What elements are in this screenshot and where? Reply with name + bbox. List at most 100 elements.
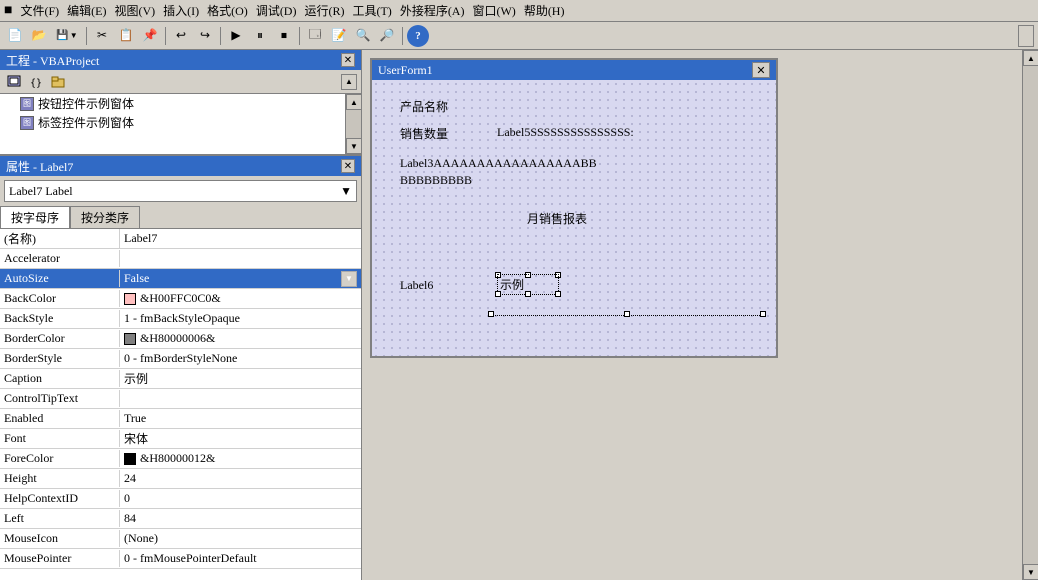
props-val-forecolor[interactable]: &H80000012& — [120, 450, 361, 467]
menu-insert[interactable]: 插入(I) — [163, 2, 199, 19]
svg-text:{}: {} — [30, 78, 42, 89]
tree-label-labels: 标签控件示例窗体 — [38, 114, 134, 131]
props-val-backstyle[interactable]: 1 - fmBackStyleOpaque — [120, 310, 361, 327]
handle-bc[interactable] — [525, 291, 531, 297]
form-label-product[interactable]: 产品名称 — [400, 98, 448, 115]
toolbar-userform[interactable]: 🗔 — [304, 25, 326, 47]
toggle-folders-btn[interactable] — [48, 73, 68, 91]
props-selector-label: Label7 Label — [9, 184, 73, 199]
right-scroll-up[interactable]: ▲ — [1023, 50, 1038, 66]
props-val-backcolor[interactable]: &H00FFC0C0& — [120, 290, 361, 307]
props-key-backcolor: BackColor — [0, 290, 120, 307]
props-val-mouseicon[interactable]: (None) — [120, 530, 361, 547]
handle-ext-r[interactable] — [760, 311, 766, 317]
menu-debug[interactable]: 调试(D) — [256, 2, 297, 19]
menu-window[interactable]: 窗口(W) — [472, 2, 515, 19]
toolbar-help[interactable]: ? — [407, 25, 429, 47]
props-val-autosize[interactable]: False ▼ — [120, 270, 361, 288]
props-key-enabled: Enabled — [0, 410, 120, 427]
props-row-mouseicon: MouseIcon (None) — [0, 529, 361, 549]
toolbar-scroll[interactable] — [1018, 25, 1034, 47]
props-row-controltiptext: ControlTipText — [0, 389, 361, 409]
handle-br[interactable] — [555, 291, 561, 297]
view-code-btn[interactable]: {} — [26, 73, 46, 91]
handle-ext-l[interactable] — [488, 311, 494, 317]
form-label3[interactable]: Label3AAAAAAAAAAAAAAAAABBBBBBBBBBB — [400, 155, 597, 189]
toolbar-new[interactable]: 📄 — [4, 25, 26, 47]
menu-help[interactable]: 帮助(H) — [524, 2, 565, 19]
view-object-btn[interactable] — [4, 73, 24, 91]
forecolor-swatch — [124, 453, 136, 465]
autosize-dropdown[interactable]: False ▼ — [124, 271, 357, 287]
form-window[interactable]: UserForm1 ✕ 产品名称 销售数量 Label5SSSSSSSSSSSS… — [370, 58, 778, 358]
toolbar-paste[interactable]: 📌 — [139, 25, 161, 47]
form-body[interactable]: 产品名称 销售数量 Label5SSSSSSSSSSSSSSS: Label3A… — [372, 80, 776, 356]
props-key-controltiptext: ControlTipText — [0, 390, 120, 407]
props-close-button[interactable]: ✕ — [341, 159, 355, 173]
right-scroll-track[interactable] — [1023, 66, 1038, 564]
toolbar-explorer[interactable]: 🔍 — [352, 25, 374, 47]
toolbar-run[interactable]: ▶ — [225, 25, 247, 47]
toolbar-props[interactable]: 📝 — [328, 25, 350, 47]
toolbar-find[interactable]: 🔎 — [376, 25, 398, 47]
props-val-mousepointer[interactable]: 0 - fmMousePointerDefault — [120, 550, 361, 567]
props-val-enabled[interactable]: True — [120, 410, 361, 427]
props-val-height[interactable]: 24 — [120, 470, 361, 487]
props-val-bordercolor[interactable]: &H80000006& — [120, 330, 361, 347]
props-val-name[interactable]: Label7 — [120, 230, 361, 247]
project-scroll-up[interactable]: ▲ — [341, 74, 357, 90]
tree-item-labels-form[interactable]: 图 标签控件示例窗体 — [0, 113, 345, 132]
toolbar-pause[interactable]: ⏸ — [249, 25, 271, 47]
toolbar-stop[interactable]: ⏹ — [273, 25, 295, 47]
handle-bl[interactable] — [495, 291, 501, 297]
tree-item-buttons-form[interactable]: 图 按钮控件示例窗体 — [0, 94, 345, 113]
props-row-name: (名称) Label7 — [0, 229, 361, 249]
project-scroll-track[interactable] — [346, 110, 361, 138]
props-key-autosize: AutoSize — [0, 270, 120, 287]
form-label6[interactable]: Label6 — [400, 278, 433, 293]
form-label-sales[interactable]: 销售数量 — [400, 125, 448, 142]
right-scroll-down[interactable]: ▼ — [1023, 564, 1038, 580]
toolbar-undo[interactable]: ↩ — [170, 25, 192, 47]
props-val-caption[interactable]: 示例 — [120, 369, 361, 388]
menu-file[interactable]: 文件(F) — [20, 2, 59, 19]
props-key-backstyle: BackStyle — [0, 310, 120, 327]
menu-format[interactable]: 格式(O) — [207, 2, 248, 19]
props-tabs: 按字母序 按分类序 — [0, 206, 361, 229]
menu-edit[interactable]: 编辑(E) — [67, 2, 106, 19]
form-label-report-title[interactable]: 月销售报表 — [527, 210, 587, 227]
props-tab-category[interactable]: 按分类序 — [70, 206, 140, 228]
toolbar-cut[interactable]: ✂ — [91, 25, 113, 47]
handle-ext-c[interactable] — [624, 311, 630, 317]
project-scroll-down-arrow[interactable]: ▼ — [346, 138, 361, 154]
tree-label-buttons: 按钮控件示例窗体 — [38, 95, 134, 112]
toolbar-save[interactable]: 💾▼ — [52, 25, 82, 47]
toolbar-redo[interactable]: ↪ — [194, 25, 216, 47]
form-label5[interactable]: Label5SSSSSSSSSSSSSSS: — [497, 125, 634, 140]
autosize-value: False — [124, 271, 149, 286]
props-val-helpcontextid[interactable]: 0 — [120, 490, 361, 507]
menu-view[interactable]: 视图(V) — [114, 2, 155, 19]
menu-run[interactable]: 运行(R) — [304, 2, 344, 19]
autosize-dropdown-arrow[interactable]: ▼ — [341, 271, 357, 287]
menu-tools[interactable]: 工具(T) — [352, 2, 391, 19]
project-scroll-up-arrow[interactable]: ▲ — [346, 94, 361, 110]
props-selector-container: Label7 Label ▼ — [0, 176, 361, 206]
right-area: UserForm1 ✕ 产品名称 销售数量 Label5SSSSSSSSSSSS… — [362, 50, 1038, 580]
props-selector[interactable]: Label7 Label ▼ — [4, 180, 357, 202]
form-close-button[interactable]: ✕ — [752, 62, 770, 78]
project-close-button[interactable]: ✕ — [341, 53, 355, 67]
app-icon: ■ — [4, 3, 12, 19]
props-val-borderstyle[interactable]: 0 - fmBorderStyleNone — [120, 350, 361, 367]
props-key-left: Left — [0, 510, 120, 527]
props-val-accelerator[interactable] — [120, 258, 361, 260]
toolbar-copy[interactable]: 📋 — [115, 25, 137, 47]
props-row-mousepointer: MousePointer 0 - fmMousePointerDefault — [0, 549, 361, 569]
props-val-font[interactable]: 宋体 — [120, 429, 361, 448]
menu-addins[interactable]: 外接程序(A) — [400, 2, 465, 19]
props-val-controltiptext[interactable] — [120, 398, 361, 400]
props-title: 属性 - Label7 — [6, 158, 73, 175]
toolbar-open[interactable]: 📂 — [28, 25, 50, 47]
props-tab-alpha[interactable]: 按字母序 — [0, 206, 70, 228]
props-val-left[interactable]: 84 — [120, 510, 361, 527]
